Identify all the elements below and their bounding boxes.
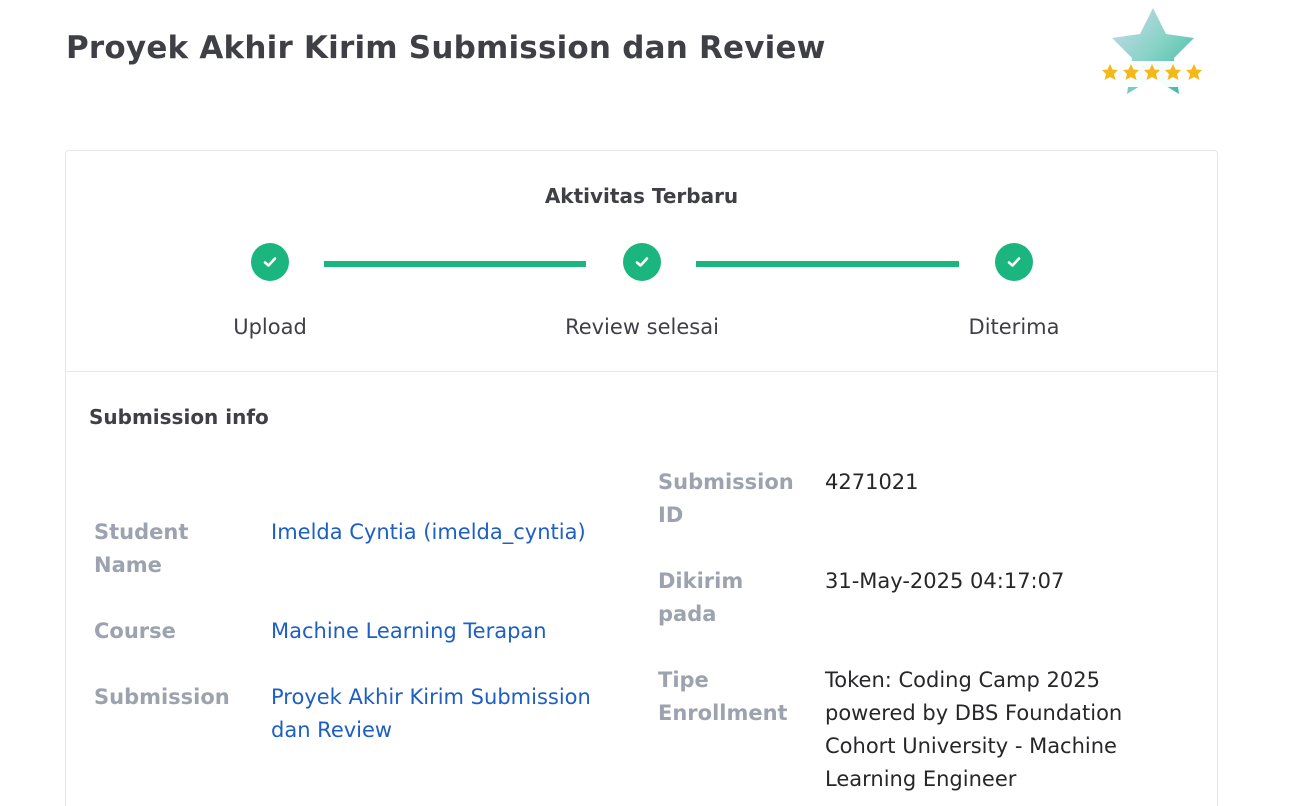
activity-title: Aktivitas Terbaru xyxy=(544,184,739,208)
submission-link[interactable]: Proyek Akhir Kirim Submission dan Review xyxy=(271,681,611,747)
submission-info-title: Submission info xyxy=(89,405,269,429)
student-name-label: Student Name xyxy=(94,520,189,577)
enrollment-type-label: Tipe Enrollment xyxy=(658,668,788,725)
enrollment-type-value: Token: Coding Camp 2025 powered by DBS F… xyxy=(825,668,1123,791)
star-rating-badge-icon xyxy=(1096,6,1210,98)
step-review-check-icon xyxy=(623,243,661,281)
course-label: Course xyxy=(94,619,176,643)
step-label-review: Review selesai xyxy=(565,315,719,339)
step-connector-1 xyxy=(324,261,586,267)
step-label-upload: Upload xyxy=(233,315,307,339)
step-label-accepted: Diterima xyxy=(968,315,1060,339)
course-link[interactable]: Machine Learning Terapan xyxy=(271,615,601,648)
step-upload-check-icon xyxy=(251,243,289,281)
sent-at-label: Dikirim pada xyxy=(658,569,744,626)
submission-id-value: 4271021 xyxy=(825,470,919,494)
student-name-link[interactable]: Imelda Cyntia (imelda_cyntia) xyxy=(271,516,601,549)
step-connector-2 xyxy=(696,261,959,267)
submission-id-label: Submission ID xyxy=(658,470,794,527)
activity-section: Aktivitas Terbaru Upload Review selesai … xyxy=(66,151,1217,372)
sent-at-value: 31-May-2025 04:17:07 xyxy=(825,569,1065,593)
step-accepted-check-icon xyxy=(995,243,1033,281)
submission-label: Submission xyxy=(94,685,230,709)
submission-card: Aktivitas Terbaru Upload Review selesai … xyxy=(65,150,1218,806)
page-title: Proyek Akhir Kirim Submission dan Review xyxy=(66,30,826,66)
